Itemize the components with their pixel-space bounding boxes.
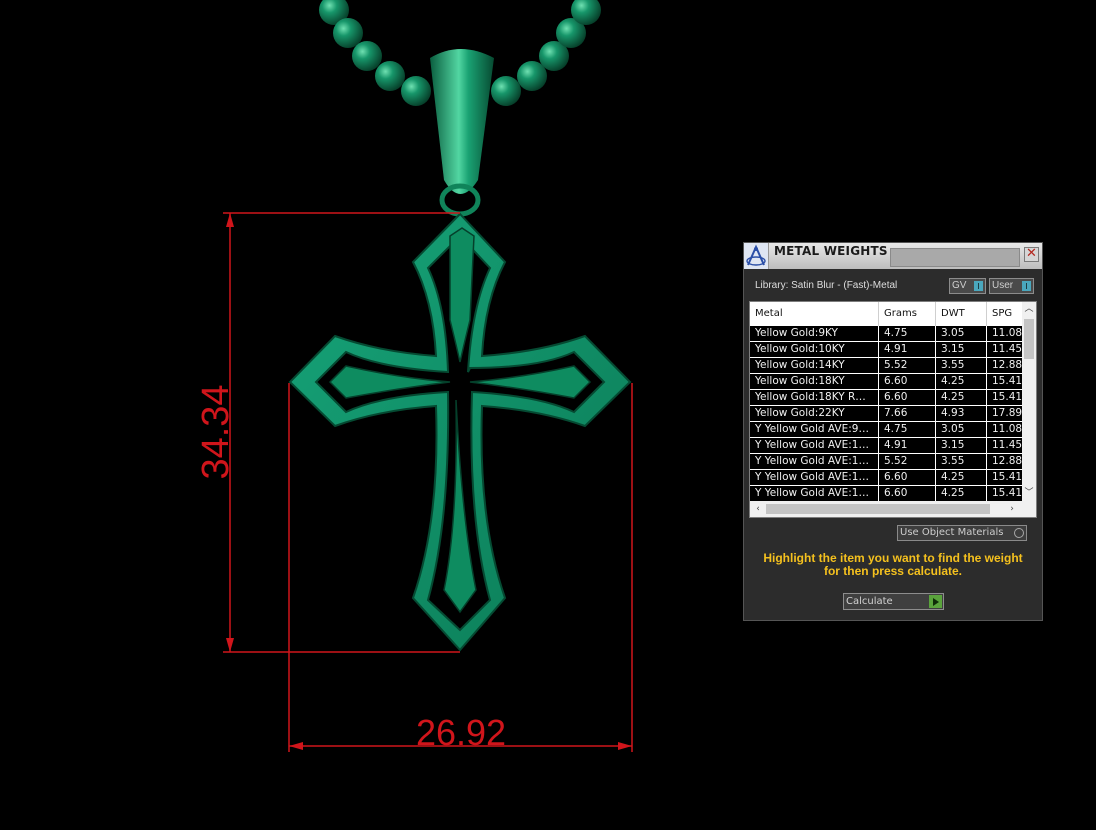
column-header-grams[interactable]: Grams — [879, 302, 936, 326]
spg-cell: 11.08 — [992, 423, 1023, 435]
dwt-cell: 4.25 — [936, 390, 987, 405]
metal-cell: Y Yellow Gold AVE:1… — [750, 454, 879, 469]
radio-icon — [1014, 528, 1024, 538]
calculate-label: Calculate — [846, 596, 893, 607]
metal-weights-panel: METAL WEIGHTS ✕ Library: Satin Blur - (F… — [743, 242, 1043, 621]
spg-cell: 12.88 — [992, 455, 1023, 467]
toggle-knob-icon — [974, 281, 983, 291]
spg-cell: 12.88 — [992, 359, 1023, 371]
grams-cell: 6.60 — [879, 390, 936, 405]
table-header: Metal Grams DWT SPG — [750, 302, 1022, 326]
dwt-cell: 3.55 — [936, 358, 987, 373]
vertical-scrollbar[interactable]: ︿ ﹀ — [1022, 302, 1036, 501]
metal-cell: Y Yellow Gold AVE:1… — [750, 470, 879, 485]
table-row[interactable]: Y Yellow Gold AVE:9… 4.75 3.05 11.08 — [750, 422, 1022, 438]
dwt-cell: 3.15 — [936, 342, 987, 357]
library-label: Library: Satin Blur - (Fast)-Metal — [755, 280, 898, 291]
close-button[interactable]: ✕ — [1024, 247, 1039, 262]
metal-cell: Y Yellow Gold AVE:1… — [750, 486, 879, 501]
grams-cell: 4.91 — [879, 342, 936, 357]
dwt-cell: 3.05 — [936, 326, 987, 341]
dwt-cell: 4.25 — [936, 374, 987, 389]
spg-cell: 11.45 — [992, 343, 1023, 355]
grams-cell: 6.60 — [879, 374, 936, 389]
grams-cell: 4.91 — [879, 438, 936, 453]
metal-cell: Yellow Gold:18KY — [750, 374, 879, 389]
user-toggle[interactable]: User — [989, 278, 1034, 294]
scroll-up-icon[interactable]: ︿ — [1022, 302, 1036, 316]
spg-cell: 11.45 — [992, 439, 1023, 451]
grams-cell: 4.75 — [879, 422, 936, 437]
toggle-knob-icon — [1022, 281, 1031, 291]
metal-cell: Yellow Gold:10KY — [750, 342, 879, 357]
user-toggle-label: User — [992, 280, 1014, 291]
spg-cell: 15.41 — [992, 375, 1023, 387]
grams-cell: 5.52 — [879, 358, 936, 373]
calculate-button[interactable]: Calculate — [843, 593, 944, 610]
metal-cell: Yellow Gold:9KY — [750, 326, 879, 341]
metal-cell: Yellow Gold:22KY — [750, 406, 879, 421]
column-header-metal[interactable]: Metal — [750, 302, 879, 326]
metal-cell: Yellow Gold:14KY — [750, 358, 879, 373]
panel-titlebar[interactable]: METAL WEIGHTS ✕ — [744, 243, 1042, 269]
table-row[interactable]: Y Yellow Gold AVE:1… 6.60 4.25 15.41 — [750, 486, 1022, 502]
dwt-cell: 4.93 — [936, 406, 987, 421]
use-object-materials-option[interactable]: Use Object Materials — [897, 525, 1027, 541]
table-row[interactable]: Y Yellow Gold AVE:1… 6.60 4.25 15.41 — [750, 470, 1022, 486]
use-object-materials-label: Use Object Materials — [900, 527, 1004, 538]
cross-pendant — [288, 212, 632, 652]
app-logo-icon — [744, 243, 769, 269]
table-row[interactable]: Yellow Gold:18KY R… 6.60 4.25 15.41 — [750, 390, 1022, 406]
gv-toggle[interactable]: GV — [949, 278, 986, 294]
column-header-dwt[interactable]: DWT — [936, 302, 987, 326]
panel-title: METAL WEIGHTS — [774, 244, 888, 258]
width-dimension-label: 26.92 — [416, 712, 506, 753]
scroll-down-icon[interactable]: ﹀ — [1022, 486, 1036, 500]
metal-table: Metal Grams DWT SPG Yellow Gold:9KY 4.75 3… — [749, 301, 1037, 518]
scroll-right-icon[interactable]: › — [1005, 502, 1019, 516]
metal-cell: Y Yellow Gold AVE:9… — [750, 422, 879, 437]
grams-cell: 6.60 — [879, 486, 936, 501]
grams-cell: 4.75 — [879, 326, 936, 341]
grams-cell: 6.60 — [879, 470, 936, 485]
table-row[interactable]: Y Yellow Gold AVE:1… 5.52 3.55 12.88 — [750, 454, 1022, 470]
pendant-bail — [430, 49, 494, 217]
spg-cell: 15.41 — [992, 471, 1023, 483]
title-drag-strip[interactable] — [890, 248, 1020, 267]
table-row[interactable]: Y Yellow Gold AVE:1… 4.91 3.15 11.45 — [750, 438, 1022, 454]
metal-cell: Y Yellow Gold AVE:1… — [750, 438, 879, 453]
dwt-cell: 4.25 — [936, 486, 987, 501]
table-row[interactable]: Yellow Gold:14KY 5.52 3.55 12.88 — [750, 358, 1022, 374]
gv-toggle-label: GV — [952, 280, 967, 291]
height-dimension-label: 34.34 — [195, 384, 237, 479]
table-row[interactable]: Yellow Gold:22KY 7.66 4.93 17.89 — [750, 406, 1022, 422]
spg-cell: 15.41 — [992, 487, 1023, 499]
dwt-cell: 3.05 — [936, 422, 987, 437]
horizontal-scroll-thumb[interactable] — [766, 504, 990, 514]
scroll-left-icon[interactable]: ‹ — [751, 502, 765, 516]
table-row[interactable]: Yellow Gold:18KY 6.60 4.25 15.41 — [750, 374, 1022, 390]
close-icon: ✕ — [1026, 246, 1037, 261]
dwt-cell: 3.15 — [936, 438, 987, 453]
spg-cell: 15.41 — [992, 391, 1023, 403]
dwt-cell: 4.25 — [936, 470, 987, 485]
grams-cell: 5.52 — [879, 454, 936, 469]
column-header-spg[interactable]: SPG — [987, 302, 1027, 326]
table-row[interactable]: Yellow Gold:9KY 4.75 3.05 11.08 — [750, 326, 1022, 342]
grams-cell: 7.66 — [879, 406, 936, 421]
vertical-scroll-thumb[interactable] — [1024, 319, 1034, 359]
metal-cell: Yellow Gold:18KY R… — [750, 390, 879, 405]
spg-cell: 11.08 — [992, 327, 1023, 339]
dwt-cell: 3.55 — [936, 454, 987, 469]
spg-cell: 17.89 — [992, 407, 1023, 419]
instruction-text: Highlight the item you want to find the … — [763, 551, 1023, 578]
table-row[interactable]: Yellow Gold:10KY 4.91 3.15 11.45 — [750, 342, 1022, 358]
play-arrow-icon — [929, 595, 942, 608]
horizontal-scrollbar[interactable]: ‹ › — [750, 501, 1036, 517]
table-body: Yellow Gold:9KY 4.75 3.05 11.08 Yellow Gold:… — [750, 326, 1022, 502]
